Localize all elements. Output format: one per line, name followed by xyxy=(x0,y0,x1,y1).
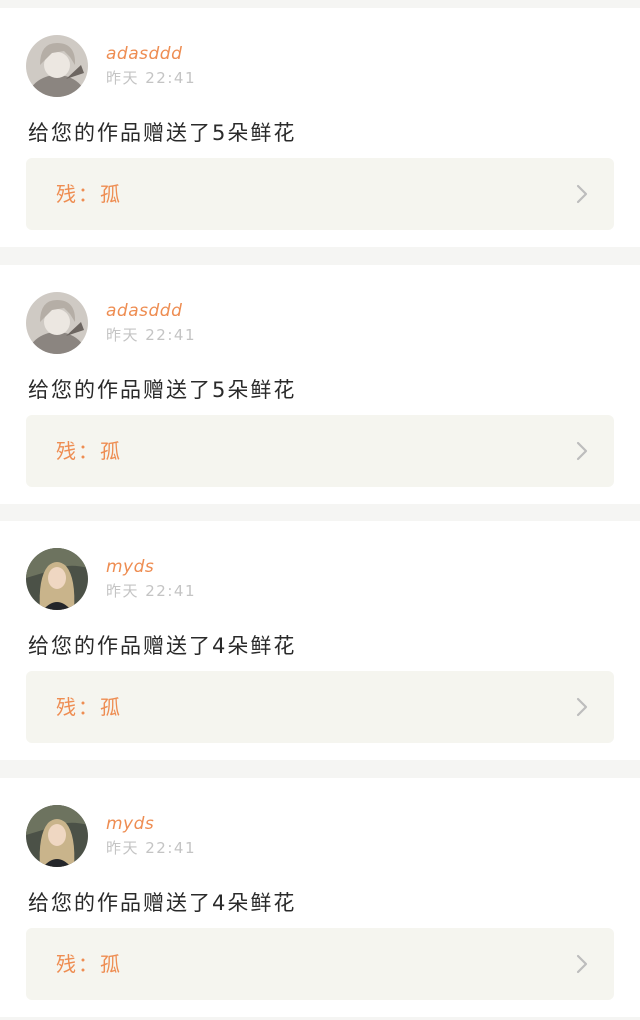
work-title: 残：孤 xyxy=(56,439,122,463)
work-link[interactable]: 残：孤 xyxy=(26,415,614,487)
username[interactable]: adasddd xyxy=(106,301,182,321)
work-link[interactable]: 残：孤 xyxy=(26,158,614,230)
gift-message: 给您的作品赠送了4朵鲜花 xyxy=(28,891,297,915)
user-avatar[interactable] xyxy=(26,35,88,97)
chevron-right-icon xyxy=(576,441,588,461)
timestamp: 昨天 22:41 xyxy=(106,582,196,600)
notification-feed: adasddd 昨天 22:41 给您的作品赠送了5朵鲜花 残：孤 adasdd… xyxy=(0,0,640,1020)
notification-card: myds 昨天 22:41 给您的作品赠送了4朵鲜花 残：孤 xyxy=(0,778,640,1017)
gift-message: 给您的作品赠送了4朵鲜花 xyxy=(28,634,297,658)
chevron-right-icon xyxy=(576,184,588,204)
gift-message: 给您的作品赠送了5朵鲜花 xyxy=(28,378,297,402)
chevron-right-icon xyxy=(576,954,588,974)
work-title: 残：孤 xyxy=(56,695,122,719)
timestamp: 昨天 22:41 xyxy=(106,326,196,344)
work-link[interactable]: 残：孤 xyxy=(26,671,614,743)
user-avatar[interactable] xyxy=(26,292,88,354)
work-title: 残：孤 xyxy=(56,182,122,206)
username[interactable]: myds xyxy=(106,557,154,577)
user-avatar[interactable] xyxy=(26,548,88,610)
timestamp: 昨天 22:41 xyxy=(106,69,196,87)
notification-card: adasddd 昨天 22:41 给您的作品赠送了5朵鲜花 残：孤 xyxy=(0,8,640,247)
chevron-right-icon xyxy=(576,697,588,717)
username[interactable]: myds xyxy=(106,814,154,834)
username[interactable]: adasddd xyxy=(106,44,182,64)
notification-card: myds 昨天 22:41 给您的作品赠送了4朵鲜花 残：孤 xyxy=(0,521,640,760)
work-title: 残：孤 xyxy=(56,952,122,976)
work-link[interactable]: 残：孤 xyxy=(26,928,614,1000)
gift-message: 给您的作品赠送了5朵鲜花 xyxy=(28,121,297,145)
timestamp: 昨天 22:41 xyxy=(106,839,196,857)
notification-card: adasddd 昨天 22:41 给您的作品赠送了5朵鲜花 残：孤 xyxy=(0,265,640,504)
user-avatar[interactable] xyxy=(26,805,88,867)
